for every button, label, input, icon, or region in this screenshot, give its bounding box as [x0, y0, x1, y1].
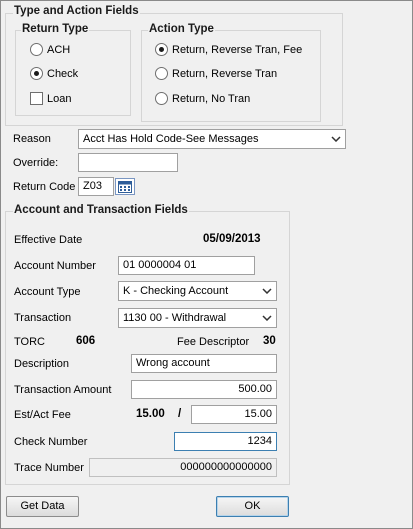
return-transaction-dialog: Type and Action Fields Return Type ACH C… [0, 0, 413, 529]
chevron-down-icon[interactable] [260, 284, 274, 298]
act-fee-input[interactable]: 15.00 [191, 405, 277, 424]
get-data-button[interactable]: Get Data [6, 496, 79, 517]
type-action-title: Type and Action Fields [13, 5, 140, 17]
description-input[interactable]: Wrong account [131, 354, 277, 373]
account-number-input[interactable]: 01 0000004 01 [118, 256, 255, 275]
radio-return-no-tran-label: Return, No Tran [172, 92, 251, 105]
checkbox-loan-box[interactable] [30, 92, 43, 105]
radio-ach[interactable]: ACH [30, 43, 70, 56]
return-code-input[interactable]: Z03 [78, 177, 114, 196]
radio-return-reverse-fee-label: Return, Reverse Tran, Fee [172, 43, 303, 56]
chevron-down-icon[interactable] [260, 311, 274, 325]
calendar-list-icon[interactable] [115, 178, 135, 195]
account-transaction-title: Account and Transaction Fields [13, 204, 189, 216]
radio-ach-indicator[interactable] [30, 43, 43, 56]
radio-return-reverse-fee-indicator[interactable] [155, 43, 168, 56]
ok-button[interactable]: OK [216, 496, 289, 517]
reason-select[interactable]: Acct Has Hold Code-See Messages [78, 129, 346, 149]
checkbox-loan-label: Loan [47, 92, 72, 105]
radio-return-reverse-fee[interactable]: Return, Reverse Tran, Fee [155, 43, 302, 56]
check-number-label: Check Number [14, 436, 88, 448]
account-type-select[interactable]: K - Checking Account [118, 281, 277, 301]
transaction-select[interactable]: 1130 00 - Withdrawal [118, 308, 277, 328]
radio-check-indicator[interactable] [30, 67, 43, 80]
trace-number-label: Trace Number [14, 462, 84, 474]
check-number-input[interactable]: 1234 [174, 432, 277, 451]
radio-ach-label: ACH [47, 43, 71, 56]
torc-value: 606 [76, 335, 96, 347]
fee-separator: / [178, 408, 182, 420]
radio-check-label: Check [47, 67, 79, 80]
transaction-amount-label: Transaction Amount [14, 384, 112, 396]
radio-check[interactable]: Check [30, 67, 78, 80]
account-type-value: K - Checking Account [123, 285, 229, 297]
reason-value: Acct Has Hold Code-See Messages [83, 133, 259, 145]
effective-date-value: 05/09/2013 [203, 233, 261, 245]
radio-return-no-tran-indicator[interactable] [155, 92, 168, 105]
radio-return-reverse-indicator[interactable] [155, 67, 168, 80]
return-type-title: Return Type [21, 23, 90, 35]
est-fee-value: 15.00 [136, 408, 165, 420]
account-type-label: Account Type [14, 286, 81, 298]
action-type-title: Action Type [148, 23, 215, 35]
trace-number-field: 000000000000000 [89, 458, 277, 477]
fee-descriptor-label: Fee Descriptor [177, 336, 250, 348]
return-code-label: Return Code [13, 181, 76, 193]
radio-return-no-tran[interactable]: Return, No Tran [155, 92, 250, 105]
fee-descriptor-value: 30 [263, 335, 276, 347]
transaction-amount-input[interactable]: 500.00 [131, 380, 277, 399]
chevron-down-icon[interactable] [329, 132, 343, 146]
override-input[interactable] [78, 153, 178, 172]
transaction-label: Transaction [14, 312, 72, 324]
override-label: Override: [13, 157, 59, 169]
radio-return-reverse[interactable]: Return, Reverse Tran [155, 67, 277, 80]
transaction-value: 1130 00 - Withdrawal [123, 312, 227, 324]
reason-label: Reason [13, 133, 51, 145]
est-act-fee-label: Est/Act Fee [14, 409, 71, 421]
effective-date-label: Effective Date [14, 234, 83, 246]
radio-return-reverse-label: Return, Reverse Tran [172, 67, 278, 80]
account-number-label: Account Number [14, 260, 96, 272]
checkbox-loan[interactable]: Loan [30, 92, 71, 105]
torc-label: TORC [14, 336, 45, 348]
description-label: Description [14, 358, 70, 370]
